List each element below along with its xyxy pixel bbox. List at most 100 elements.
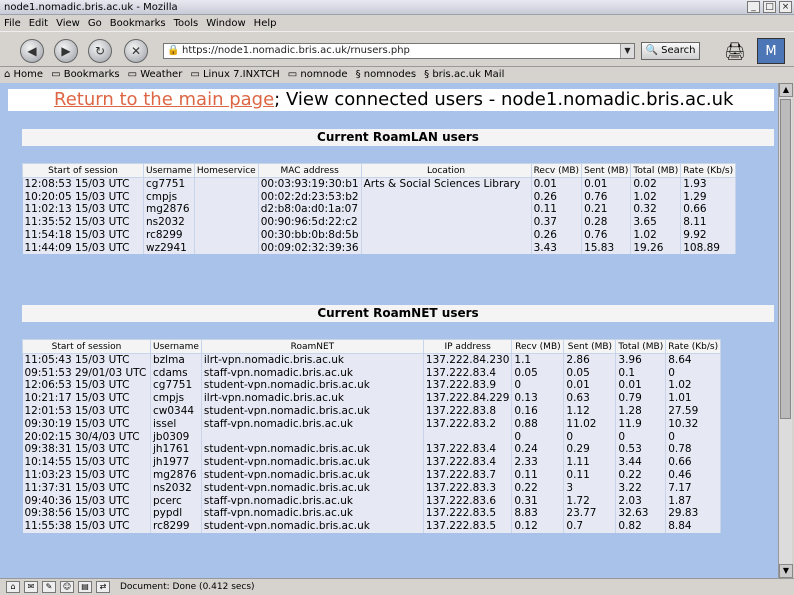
table-row: 11:55:38 15/03 UTC rc8299 student-vpn.noma… [22, 519, 722, 533]
menu-view[interactable]: View [52, 18, 84, 29]
table-cell [361, 241, 532, 255]
bookmark-mail[interactable]: § bris.ac.uk Mail [424, 69, 504, 80]
table-cell: 11.9 [615, 417, 667, 431]
stop-button[interactable]: ✕ [124, 39, 148, 63]
stop-icon: ✕ [130, 44, 142, 58]
table-cell [423, 430, 513, 444]
column-header: Username [150, 339, 202, 354]
table-cell: 11:44:09 15/03 UTC [22, 241, 144, 255]
table-cell: 137.222.83.6 [423, 494, 513, 508]
mail-icon[interactable]: ✉ [24, 581, 38, 593]
back-button[interactable]: ◀ [20, 39, 44, 63]
return-main-link[interactable]: Return to the main page [54, 89, 274, 110]
bookmark-home[interactable]: ⌂ Home [4, 69, 43, 80]
address-book-icon[interactable]: ▤ [78, 581, 92, 593]
menu-help[interactable]: Help [250, 18, 281, 29]
table-cell: cg7751 [150, 379, 202, 392]
vertical-scrollbar[interactable]: ▲ ▼ [778, 83, 793, 578]
bookmark-bookmarks[interactable]: ▭ Bookmarks [51, 69, 120, 80]
table-cell: student-vpn.nomadic.bris.ac.uk [201, 404, 424, 418]
table-cell: 0.31 [511, 494, 565, 508]
table-cell: 0.1 [615, 366, 667, 380]
page-content: Return to the main page; View connected … [0, 83, 778, 578]
table-cell: 8.83 [511, 507, 565, 520]
table-cell: 1.29 [680, 190, 737, 204]
page-title: ; View connected users - node1.nomadic.b… [274, 89, 734, 110]
forward-button[interactable]: ▶ [54, 39, 78, 63]
print-icon[interactable]: 🖨 [724, 42, 746, 62]
table-row: 09:38:31 15/03 UTC jh1761 student-vpn.noma… [22, 443, 722, 456]
menu-bookmarks[interactable]: Bookmarks [106, 18, 170, 29]
bookmark-nomnodes[interactable]: § nomnodes [356, 69, 417, 80]
navigation-toolbar: ◀ ▶ ↻ ✕ 🔒 https://node1.nomadic.bris.ac.… [0, 31, 794, 67]
table-cell: 137.222.83.9 [423, 379, 513, 392]
menu-window[interactable]: Window [202, 18, 249, 29]
reload-button[interactable]: ↻ [88, 39, 112, 63]
table-cell: 3.96 [615, 353, 667, 367]
table-row: 09:38:56 15/03 UTC pypdl staff-vpn.nomadic… [22, 507, 722, 520]
table-cell: cmpjs [143, 190, 195, 204]
bookmark-weather[interactable]: ▭ Weather [128, 69, 183, 80]
table-row: 10:14:55 15/03 UTC jh1977 student-vpn.noma… [22, 455, 722, 469]
column-header: IP address [422, 339, 513, 354]
table-cell: pcerc [150, 494, 202, 508]
table-cell: 11:02:13 15/03 UTC [22, 203, 144, 216]
table-cell: ns2032 [143, 215, 195, 229]
status-text: Document: Done (0.412 secs) [120, 582, 255, 592]
table-cell: student-vpn.nomadic.bris.ac.uk [201, 455, 424, 469]
table-cell: 20:02:15 30/4/03 UTC [22, 430, 151, 444]
search-button[interactable]: 🔍 Search [641, 42, 700, 60]
table-cell: 137.222.83.5 [423, 507, 513, 520]
column-header: Total (MB) [630, 163, 682, 178]
table-cell: 0.88 [511, 417, 565, 431]
table-cell: 09:30:19 15/03 UTC [22, 417, 151, 431]
table-cell: 0 [665, 366, 722, 380]
table-row: 09:51:53 29/01/03 UTC cdams staff-vpn.noma… [22, 366, 722, 380]
menu-tools[interactable]: Tools [170, 18, 203, 29]
url-dropdown-icon[interactable]: ▼ [620, 44, 634, 58]
table-cell: 0.21 [581, 203, 632, 216]
table-cell [201, 430, 424, 444]
table-cell: 8.64 [665, 353, 722, 367]
table-cell: rc8299 [150, 519, 202, 533]
table-cell: 1.1 [511, 353, 565, 367]
table-cell: 12:01:53 15/03 UTC [22, 404, 151, 418]
table-cell: 0.05 [563, 366, 617, 380]
bookmark-linux[interactable]: ▭ Linux 7.INXTCH [190, 69, 279, 80]
table-cell: bzlma [150, 353, 202, 367]
table-cell: 137.222.83.2 [423, 417, 513, 431]
table-cell: 0.28 [581, 215, 632, 229]
scroll-up-icon[interactable]: ▲ [779, 83, 793, 97]
table-cell: 0.53 [615, 443, 667, 456]
table-cell: cdams [150, 366, 202, 380]
table-cell: 11:03:23 15/03 UTC [22, 468, 151, 482]
table-cell: cmpjs [150, 391, 202, 405]
table-cell: 10.32 [665, 417, 722, 431]
menu-edit[interactable]: Edit [25, 18, 52, 29]
navigator-icon[interactable]: ⌂ [6, 581, 20, 593]
table-cell: student-vpn.nomadic.bris.ac.uk [201, 519, 424, 533]
bookmark-nomnode[interactable]: ▭ nomnode [288, 69, 348, 80]
close-button[interactable]: × [779, 1, 792, 13]
table-cell: 11:05:43 15/03 UTC [22, 353, 151, 367]
table-cell: 19.26 [630, 241, 682, 255]
minimize-button[interactable]: _ [747, 1, 760, 13]
table-cell [194, 190, 259, 204]
mozilla-throbber-icon[interactable]: M [757, 38, 785, 64]
table-cell: 0.66 [680, 203, 737, 216]
table-cell [194, 228, 259, 242]
url-bar[interactable]: 🔒 https://node1.nomadic.bris.ac.uk/rnuse… [163, 43, 635, 59]
table-cell: 1.02 [665, 379, 722, 392]
table-cell: ilrt-vpn.nomadic.bris.ac.uk [201, 353, 424, 367]
column-header: MAC address [257, 163, 362, 178]
scroll-thumb[interactable] [780, 99, 791, 419]
maximize-button[interactable]: □ [763, 1, 776, 13]
table-cell: 3.22 [615, 481, 667, 495]
table-cell: pypdl [150, 507, 202, 520]
table-cell: 1.28 [615, 404, 667, 418]
chat-icon[interactable]: ☺ [60, 581, 74, 593]
menu-go[interactable]: Go [84, 18, 106, 29]
composer-icon[interactable]: ✎ [42, 581, 56, 593]
scroll-down-icon[interactable]: ▼ [779, 564, 793, 578]
menu-file[interactable]: File [0, 18, 25, 29]
